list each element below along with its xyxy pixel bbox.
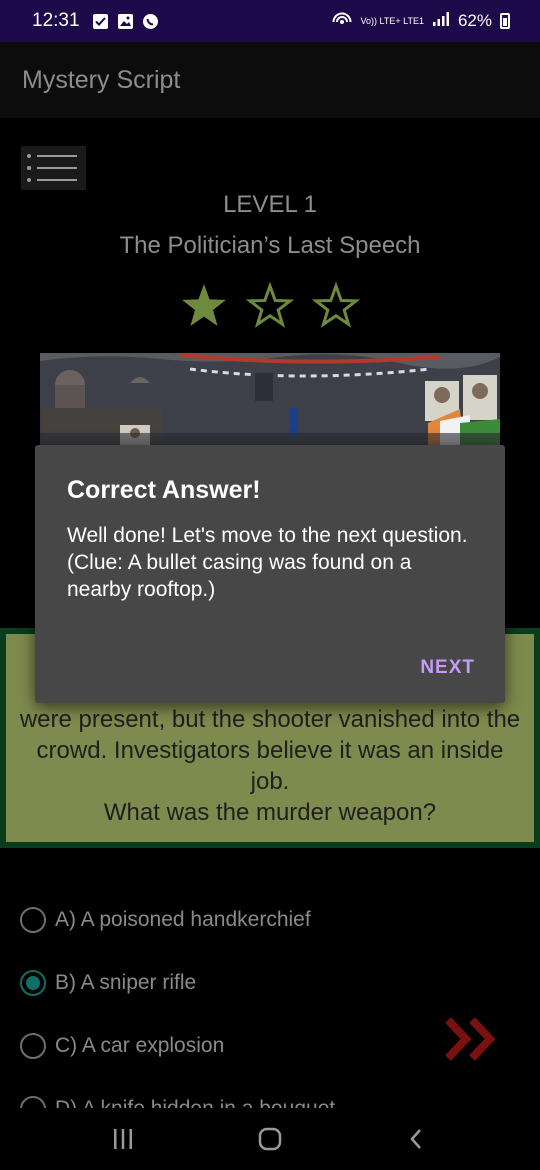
network-type-label: Vo)) LTE+ LTE1 <box>360 15 424 26</box>
status-time: 12:31 <box>32 10 80 31</box>
battery-icon <box>500 13 510 29</box>
signal-icon <box>432 11 450 32</box>
star-empty-icon <box>312 282 360 328</box>
star-empty-icon <box>246 282 294 328</box>
question-prompt: What was the murder weapon? <box>103 799 437 826</box>
hotspot-icon <box>331 10 353 33</box>
status-bar: 12:31 Vo)) LTE+ LTE1 62% <box>0 0 540 42</box>
radio-button-selected[interactable] <box>20 969 46 996</box>
checkbox-notification-icon <box>92 13 109 30</box>
home-icon[interactable] <box>257 1126 283 1152</box>
back-icon[interactable] <box>405 1127 429 1151</box>
radio-button[interactable] <box>20 1032 46 1059</box>
level-rating <box>180 282 360 328</box>
dialog-title: Correct Answer! <box>67 476 261 504</box>
option-label: B) A sniper rifle <box>55 970 197 994</box>
next-button[interactable]: NEXT <box>420 657 475 679</box>
level-title: The Politician’s Last Speech <box>119 232 421 259</box>
option-label: A) A poisoned handkerchief <box>55 907 311 931</box>
answer-options: A) A poisoned handkerchief B) A sniper r… <box>20 888 335 1140</box>
gallery-notification-icon <box>117 13 134 30</box>
option-c[interactable]: C) A car explosion <box>20 1014 335 1077</box>
level-scene-image <box>40 353 500 448</box>
option-label: C) A car explosion <box>55 1033 225 1057</box>
option-a[interactable]: A) A poisoned handkerchief <box>20 888 335 951</box>
level-label: LEVEL 1 <box>223 191 317 218</box>
option-b[interactable]: B) A sniper rifle <box>20 951 335 1014</box>
app-title: Mystery Script <box>22 65 181 94</box>
radio-button[interactable] <box>20 906 46 933</box>
question-text: were present, but the shooter vanished i… <box>19 706 521 795</box>
star-filled-icon <box>182 284 226 326</box>
double-chevron-right-icon[interactable] <box>444 1016 502 1062</box>
dialog-message: Well done! Let's move to the next questi… <box>67 524 468 601</box>
app-bar: Mystery Script <box>0 42 540 118</box>
whatsapp-notification-icon <box>142 13 159 30</box>
system-nav-bar <box>0 1108 540 1170</box>
battery-percent: 62% <box>457 11 492 30</box>
menu-button[interactable] <box>21 146 86 190</box>
correct-answer-dialog: Correct Answer! Well done! Let's move to… <box>35 445 505 703</box>
recent-apps-icon[interactable] <box>111 1127 135 1151</box>
